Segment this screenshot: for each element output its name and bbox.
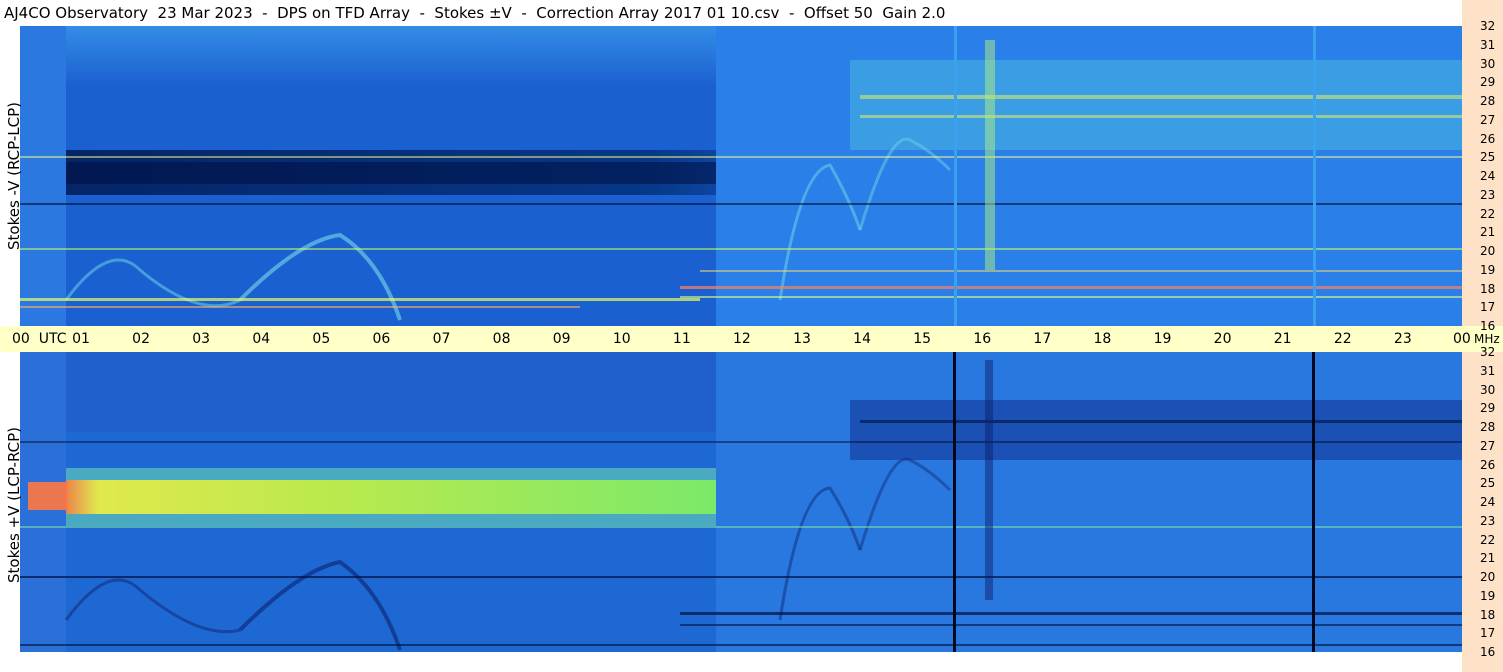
panel-top-burst [985,40,995,270]
frequency-tick-label: 21 [1480,551,1496,566]
time-tick-label: 10 [612,331,631,347]
frequency-tick-label: 22 [1480,532,1496,547]
frequency-tick-label: 27 [1480,438,1496,453]
frequency-tick-label: 19 [1480,262,1496,277]
time-tick-label: 03 [192,331,211,347]
frequency-tick-label: 31 [1480,37,1496,52]
panel-bottom-interference-2 [680,612,1462,615]
time-tick-label: 09 [552,331,571,347]
panel-top-left-strip [20,26,66,326]
frequency-tick-label: 21 [1480,225,1496,240]
frequency-tick-label: 20 [1480,570,1496,584]
time-tick-label: 01 [72,331,90,347]
time-tick-label: 12 [733,331,751,347]
panel-top-dark-band-core [66,162,716,184]
frequency-tick-label: 30 [1480,382,1496,397]
panel-top-vertical-line-1 [954,26,957,326]
panel-top-interference-8 [20,248,1462,250]
frequency-tick-label: 23 [1480,513,1496,528]
frequency-tick-label: 32 [1480,19,1496,33]
time-tick-label: 21 [1273,331,1292,347]
panel-top-vertical-line-2 [1313,26,1316,326]
panel-bottom-interference-4 [860,420,1462,423]
frequency-tick-label: 20 [1480,244,1496,258]
time-tick-label: 07 [432,331,451,347]
frequency-tick-label: 29 [1480,75,1496,90]
panel-top-interference-1 [20,298,700,301]
time-tick-label: 05 [312,331,331,347]
panel-stokes-minus-v [20,26,1462,326]
time-tick-label: 17 [1033,331,1052,347]
panel-bottom-afternoon-region [716,352,1462,652]
time-tick-label: 02 [132,331,150,347]
frequency-tick-label: 26 [1480,457,1496,472]
panel-bottom-interference-7 [20,644,1462,646]
frequency-tick-label: 29 [1480,401,1496,416]
panel-top-upper-haze [66,26,716,86]
frequency-tick-label: 18 [1480,607,1496,622]
y-axis-label-stokes-minus-v: Stokes -V (RCP-LCP) [5,102,23,250]
panel-bottom-hot-spot [28,482,68,510]
frequency-tick-label: 24 [1480,495,1496,509]
frequency-tick-label: 19 [1480,588,1496,603]
frequency-tick-label: 17 [1480,300,1496,315]
panel-top-interference-3 [680,286,1462,289]
panel-bottom-burst [985,360,993,600]
frequency-tick-label: 24 [1480,169,1496,183]
panel-bottom-interference-5 [20,441,1462,443]
frequency-tick-label: 27 [1480,112,1496,127]
panel-bottom-vertical-line-2 [1312,352,1315,652]
frequency-tick-label: 31 [1480,363,1496,378]
frequency-tick-label: 25 [1480,150,1496,165]
time-tick-label: 11 [672,331,691,347]
frequency-tick-label: 16 [1480,645,1496,659]
y-axis-label-stokes-plus-v: Stokes +V (LCP-RCP) [5,427,23,583]
panel-top-interference-7 [20,156,1462,158]
time-axis: 00 UTC 00 MHz 01 02 03 04 05 06 07 08 09 10 11 12 13… [0,326,1503,352]
time-tick-label: 15 [913,331,932,347]
time-label-end: 00 [1453,331,1471,347]
time-tick-label: 22 [1333,331,1352,347]
frequency-tick-label: 28 [1480,420,1496,434]
frequency-tick-label: 16 [1480,319,1496,333]
time-tick-label: 06 [372,331,391,347]
frequency-tick-label: 28 [1480,94,1496,108]
panel-top-noisy-upper [850,60,1462,150]
time-label-start: 00 UTC [12,331,67,347]
time-tick-label: 23 [1393,331,1412,347]
time-tick-label: 20 [1213,331,1232,347]
time-tick-label: 19 [1153,331,1172,347]
time-tick-label: 13 [793,331,811,347]
panel-stokes-plus-v [20,352,1462,652]
frequency-tick-label: 23 [1480,187,1496,202]
panel-top-interference-10 [700,270,1462,272]
panel-bottom-interference-3 [680,624,1462,626]
time-tick-label: 14 [853,331,871,347]
frequency-tick-label: 22 [1480,206,1496,221]
panel-top-interference-2 [20,306,580,308]
panel-bottom-interference-6 [20,526,1462,528]
frequency-tick-label: 32 [1480,345,1496,359]
frequency-tick-label: 17 [1480,626,1496,641]
frequency-tick-label: 25 [1480,476,1496,491]
frequency-tick-label: 26 [1480,131,1496,146]
panel-bottom-dark-upper [850,400,1462,460]
frequency-tick-label: 18 [1480,281,1496,296]
time-tick-label: 04 [252,331,271,347]
time-tick-label: 18 [1093,331,1112,347]
panel-bottom-vertical-line-1 [953,352,956,652]
panel-top-interference-9 [20,203,1462,205]
time-tick-label: 16 [973,331,992,347]
panel-top-interference-5 [860,95,1462,99]
panel-bottom-interference-1 [20,576,1462,578]
panel-bottom-bright-band [66,480,716,514]
time-tick-label: 08 [492,331,511,347]
frequency-tick-label: 30 [1480,56,1496,71]
panel-bottom-upper-region [66,352,716,432]
panel-top-interference-6 [860,115,1462,118]
panel-top-interference-4 [680,296,1462,298]
